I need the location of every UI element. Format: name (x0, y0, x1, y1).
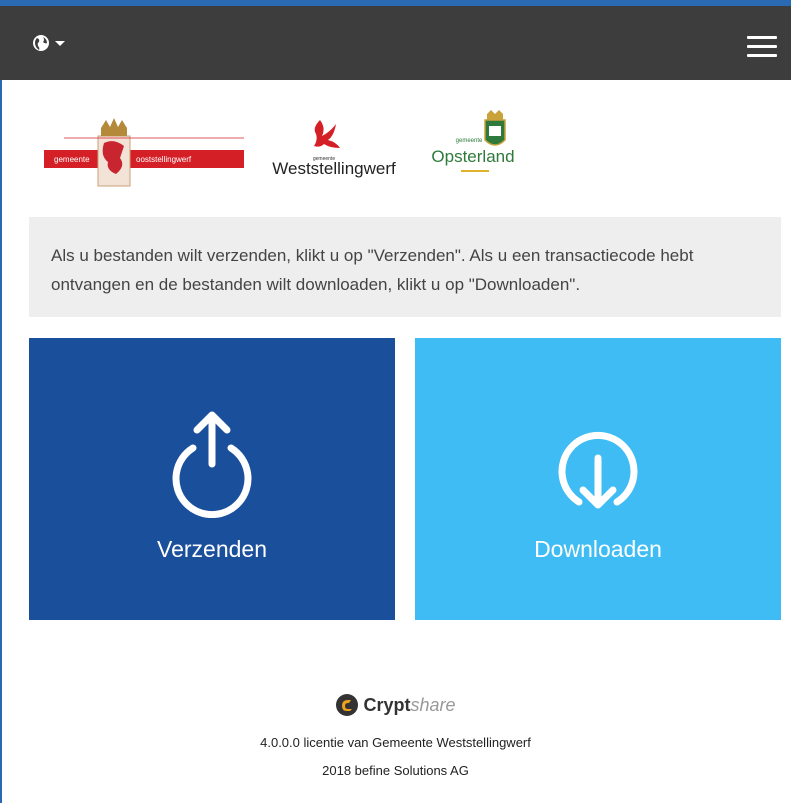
chevron-down-icon (55, 40, 65, 46)
svg-text:gemeente: gemeente (54, 155, 90, 164)
instruction-text: Als u bestanden wilt verzenden, klikt u … (29, 217, 781, 317)
cryptshare-wordmark: Cryptshare (363, 694, 456, 715)
send-tile-button[interactable]: Verzenden (29, 338, 395, 620)
language-selector[interactable] (32, 34, 65, 52)
weststellingwerf-logo: gemeente Weststellingwerf (272, 120, 396, 178)
upload-power-icon (172, 411, 252, 518)
license-text: 4.0.0.0 licentie van Gemeente Weststelli… (260, 735, 531, 750)
download-label: Downloaden (534, 536, 662, 562)
svg-text:Weststellingwerf: Weststellingwerf (272, 159, 396, 178)
cryptshare-icon (336, 694, 359, 716)
svg-text:Opsterland: Opsterland (431, 147, 514, 166)
download-tile-button[interactable]: Downloaden (415, 338, 781, 620)
globe-icon (33, 35, 49, 51)
svg-text:ooststellingwerf: ooststellingwerf (136, 155, 192, 164)
send-label: Verzenden (157, 536, 267, 562)
opsterland-logo: gemeente Opsterland (431, 110, 515, 172)
cryptshare-logo: Cryptshare (335, 690, 456, 720)
hamburger-menu-button[interactable] (747, 36, 777, 58)
footer: Cryptshare 4.0.0.0 licentie van Gemeente… (0, 690, 791, 778)
svg-text:gemeente: gemeente (456, 138, 483, 144)
top-navbar (0, 0, 791, 80)
copyright-text: 2018 befine Solutions AG (322, 763, 469, 778)
municipality-logos: gemeente ooststellingwerf gemeente Wests… (40, 110, 760, 190)
download-power-icon (558, 431, 638, 509)
ooststellingwerf-logo: gemeente ooststellingwerf (44, 118, 244, 187)
